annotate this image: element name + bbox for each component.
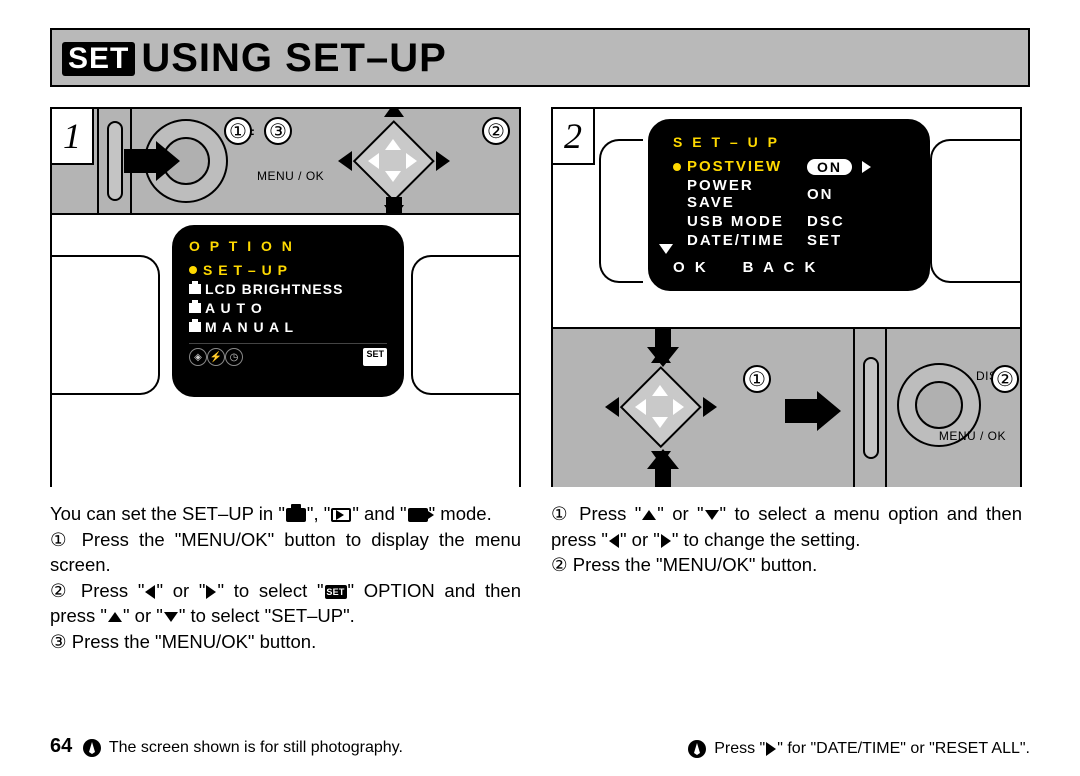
camera-icon [189,322,201,332]
column-left: 1 F MENU / OK [50,107,521,654]
footer-right: Press "" for "DATE/TIME" or "RESET ALL". [688,740,1030,758]
left-arrow-icon [145,585,155,599]
setup-screen: S E T – U P POSTVIEW ON POWER SAVE ON US… [648,119,930,291]
camera-icon [189,284,201,294]
step2-panel: 2 S E T – U P POSTVIEW ON POWER SAVE ON [551,107,1022,487]
camera-mode-icon [286,508,306,522]
step1-hardware: F MENU / OK ① ③ ② [52,109,519,215]
right-arrow-icon [206,585,216,599]
step-number-1: 1 [50,107,94,165]
option-title: O P T I O N [189,238,387,254]
playback-mode-icon [331,508,351,522]
option-item-lcd: LCD BRIGHTNESS [189,281,387,297]
set-icon: SET [325,585,347,599]
column-right: 2 S E T – U P POSTVIEW ON POWER SAVE ON [551,107,1022,654]
right-arrow-icon [766,742,776,756]
option-item-setup: S E T – U P [189,262,387,278]
footer: 64 The screen shown is for still photogr… [50,735,1030,758]
up-arrow-icon [108,612,122,622]
tab-icon: ◈ [189,348,207,366]
title-bar: SET USING SET–UP [50,28,1030,87]
step-number-2: 2 [551,107,595,165]
arrow-right-icon [783,391,843,431]
hand-outline-left [599,139,643,283]
movie-mode-icon [408,508,428,522]
option-item-auto: A U T O [189,300,387,316]
setup-row-postview: POSTVIEW ON [673,158,911,175]
arrow-down-icon [378,197,410,215]
right-caret-icon [862,161,871,173]
right-arrow-icon [661,534,671,548]
setup-row-usb: USB MODE DSC [673,213,911,230]
callout-3: ③ [264,117,292,145]
down-arrow-icon [164,612,178,622]
right-instructions: ① Press "" or "" to select a menu option… [551,501,1022,578]
setup-footer: O K B A C K [673,259,911,276]
page-number: 64 [50,735,72,757]
info-icon [83,739,101,757]
step1-lcd-area: O P T I O N S E T – U P LCD BRIGHTNESS A… [52,215,519,489]
left-instructions: You can set the SET–UP in "", "" and "" … [50,501,521,654]
callout-2: ② [991,365,1019,393]
info-icon [688,740,706,758]
set-tab-icon: SET [363,348,387,366]
scroll-down-icon [659,244,673,254]
set-badge: SET [62,42,135,76]
step1-panel: 1 F MENU / OK [50,107,521,487]
left-arrow-icon [609,534,619,548]
arrow-up-icon [647,449,679,487]
arrow-icon [122,141,182,181]
down-arrow-icon [705,510,719,520]
option-screen: O P T I O N S E T – U P LCD BRIGHTNESS A… [172,225,404,397]
setup-row-datetime: DATE/TIME SET [673,232,911,249]
callout-1: ① [743,365,771,393]
flash-icon: ⚡ [207,348,225,366]
up-arrow-icon [642,510,656,520]
camera-icon [189,303,201,313]
step2-lcd-area: S E T – U P POSTVIEW ON POWER SAVE ON US… [553,109,1020,329]
callout-2: ② [482,117,510,145]
option-footer: ◈ ⚡ ◷ SET [189,343,387,366]
hinge-icon [863,357,879,459]
step2-hardware: ① ② DISP MENU / OK [553,329,1020,487]
hand-outline-right [930,139,1020,283]
callout-1: ① [224,117,252,145]
hand-outline-right [411,255,519,395]
setup-row-powersave: POWER SAVE ON [673,177,911,211]
menu-ok-label-2: MENU / OK [939,429,1006,443]
footer-left: 64 The screen shown is for still photogr… [50,735,403,758]
arrow-down-icon [647,329,679,367]
option-item-manual: M A N U A L [189,319,387,335]
hinge-icon [107,121,123,201]
setup-title: S E T – U P [673,134,911,150]
page-title: USING SET–UP [141,36,446,81]
timer-icon: ◷ [225,348,243,366]
hand-outline-left [52,255,160,395]
menu-ok-label-1: MENU / OK [257,169,324,183]
